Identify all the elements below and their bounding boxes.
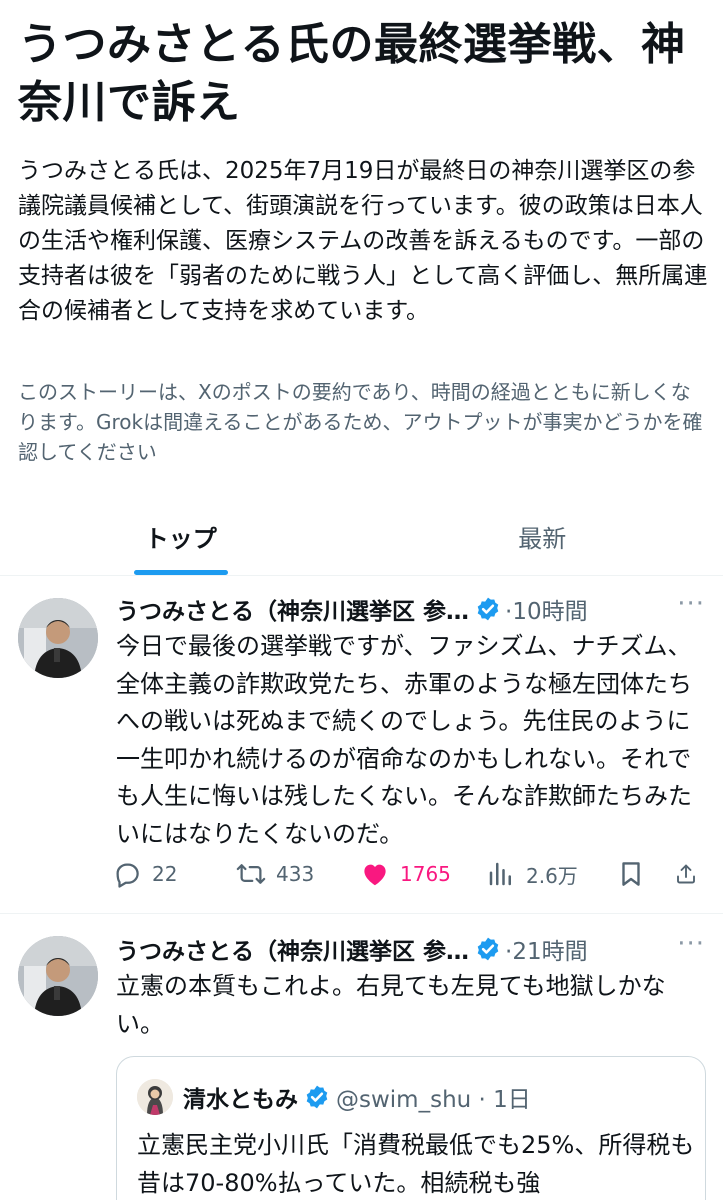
story-summary: うつみさとる氏は、2025年7月19日が最終日の神奈川選挙区の参議院議員候補とし…	[18, 158, 708, 324]
share-button[interactable]	[674, 859, 708, 889]
quote-handle-time: @swim_shu · 1日	[336, 1087, 531, 1113]
tweet-text: 立憲の本質もこれよ。右見ても左見ても地獄しかない。	[116, 972, 666, 1038]
like-button[interactable]: 1765	[360, 859, 486, 889]
like-count: 1765	[400, 862, 451, 886]
avatar[interactable]	[18, 936, 98, 1016]
tweet-actions: 22 433 1765 2.6万	[112, 854, 708, 894]
quote-avatar[interactable]	[137, 1079, 173, 1115]
tab-latest-label: 最新	[518, 525, 567, 553]
tweet-time[interactable]: ·21時間	[505, 932, 588, 966]
verified-badge-icon	[306, 1085, 328, 1109]
share-icon	[677, 864, 695, 884]
tweet[interactable]: うつみさとる（神奈川選挙区 参… ·10時間 ··· 今日で最後の選挙戦ですが、…	[0, 576, 723, 914]
more-icon[interactable]: ···	[677, 931, 705, 959]
avatar-image	[18, 936, 98, 1016]
repost-icon	[236, 864, 266, 884]
quoted-tweet[interactable]: 清水ともみ @swim_shu · 1日 立憲民主党小川氏「消費税最低でも25%…	[116, 1056, 706, 1200]
quote-author-name[interactable]: 清水ともみ	[183, 1080, 298, 1114]
tweet-header: うつみさとる（神奈川選挙区 参… ·21時間 ···	[116, 931, 705, 966]
tweet-text: 今日で最後の選挙戦ですが、ファシズム、ナチズム、全体主義の詐欺政党たち、赤軍のよ…	[116, 632, 692, 848]
verified-badge-icon	[477, 937, 499, 961]
tweet-time[interactable]: ·10時間	[505, 592, 588, 626]
tweet-header: うつみさとる（神奈川選挙区 参… ·10時間 ···	[116, 591, 705, 626]
views-button[interactable]: 2.6万	[486, 859, 616, 889]
repost-button[interactable]: 433	[236, 859, 360, 889]
reply-button[interactable]: 22	[112, 859, 236, 889]
author-name[interactable]: うつみさとる（神奈川選挙区 参…	[116, 932, 469, 966]
tab-top-label: トップ	[144, 525, 217, 553]
bookmark-button[interactable]	[616, 859, 674, 889]
more-icon[interactable]: ···	[677, 591, 705, 619]
active-tab-indicator	[133, 570, 228, 575]
story-disclaimer: このストーリーは、Xのポストの要約であり、時間の経過とともに新しくなります。Gr…	[18, 380, 703, 464]
quote-text: 立憲民主党小川氏「消費税最低でも25%、所得税も昔は70-80%払っていた。相続…	[137, 1131, 695, 1197]
views-icon	[489, 862, 511, 886]
author-name[interactable]: うつみさとる（神奈川選挙区 参…	[116, 592, 469, 626]
avatar[interactable]	[18, 598, 98, 678]
tab-latest[interactable]: 最新	[362, 498, 723, 575]
reply-icon	[116, 863, 139, 888]
bookmark-icon	[622, 862, 640, 886]
view-count: 2.6万	[526, 863, 578, 888]
quote-avatar-image	[137, 1079, 173, 1115]
like-icon	[364, 864, 386, 886]
avatar-image	[18, 598, 98, 678]
quote-header: 清水ともみ @swim_shu · 1日	[137, 1079, 531, 1115]
repost-count: 433	[276, 862, 315, 886]
tab-bar: トップ 最新	[0, 498, 723, 576]
tab-top[interactable]: トップ	[0, 498, 362, 575]
reply-count: 22	[152, 862, 178, 886]
verified-badge-icon	[477, 597, 499, 621]
story-title: うつみさとる氏の最終選挙戦、神奈川で訴え	[18, 19, 686, 128]
